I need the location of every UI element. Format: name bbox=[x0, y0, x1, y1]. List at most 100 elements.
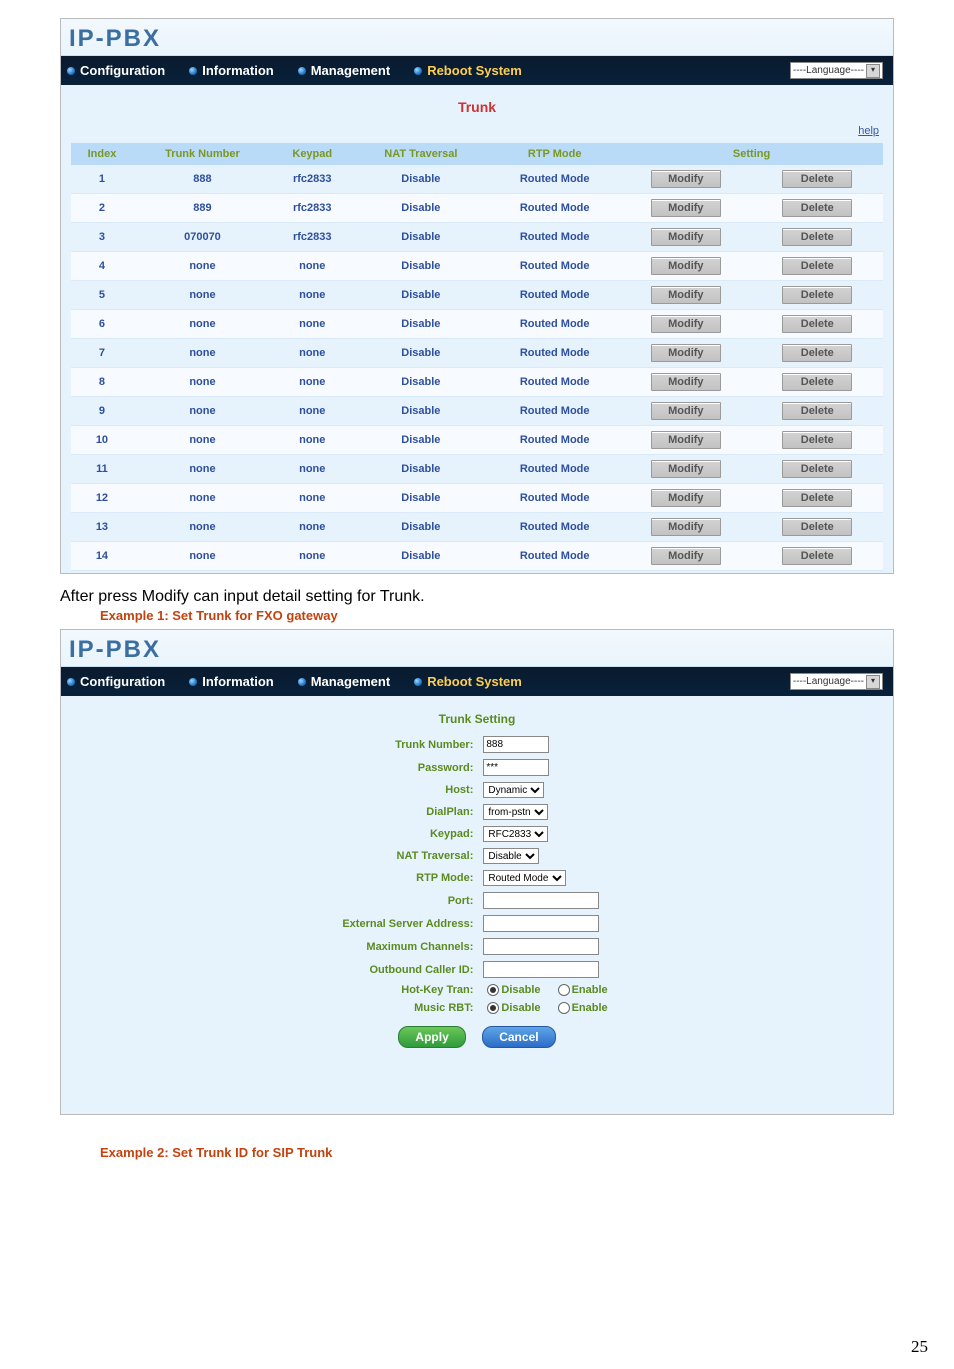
hotkey-enable-radio[interactable] bbox=[558, 984, 570, 996]
cell-keypad: none bbox=[272, 397, 352, 426]
modify-button[interactable]: Modify bbox=[651, 518, 721, 536]
delete-button[interactable]: Delete bbox=[782, 228, 852, 246]
cell-delete: Delete bbox=[752, 513, 883, 542]
modify-button[interactable]: Modify bbox=[651, 373, 721, 391]
table-row: 2889rfc2833DisableRouted ModeModifyDelet… bbox=[71, 194, 883, 223]
cell-rtp: Routed Mode bbox=[489, 368, 620, 397]
hotkey-disable-radio[interactable] bbox=[487, 984, 499, 996]
delete-button[interactable]: Delete bbox=[782, 199, 852, 217]
table-row: 6nonenoneDisableRouted ModeModifyDelete bbox=[71, 310, 883, 339]
cell-trunk-number: none bbox=[133, 310, 272, 339]
help-link[interactable]: help bbox=[858, 125, 879, 137]
modify-button[interactable]: Modify bbox=[651, 460, 721, 478]
cell-rtp: Routed Mode bbox=[489, 165, 620, 194]
modify-button[interactable]: Modify bbox=[651, 170, 721, 188]
trunk-setting-form: Trunk Number: Password: Host: Dynamic Di… bbox=[330, 732, 623, 1018]
music-disable-radio[interactable] bbox=[487, 1002, 499, 1014]
nav-management[interactable]: Management bbox=[298, 674, 390, 689]
outbound-caller-input[interactable] bbox=[483, 961, 599, 978]
modify-button[interactable]: Modify bbox=[651, 228, 721, 246]
external-server-input[interactable] bbox=[483, 915, 599, 932]
table-row: 4nonenoneDisableRouted ModeModifyDelete bbox=[71, 252, 883, 281]
label-hotkey-tran: Hot-Key Tran: bbox=[332, 982, 477, 998]
cell-rtp: Routed Mode bbox=[489, 542, 620, 571]
delete-button[interactable]: Delete bbox=[782, 489, 852, 507]
nav-reboot[interactable]: Reboot System bbox=[414, 63, 522, 78]
apply-button[interactable]: Apply bbox=[398, 1026, 465, 1048]
rtp-select[interactable]: Routed Mode bbox=[483, 870, 566, 886]
cell-delete: Delete bbox=[752, 310, 883, 339]
modify-button[interactable]: Modify bbox=[651, 199, 721, 217]
nav-management[interactable]: Management bbox=[298, 63, 390, 78]
trunk-table: Index Trunk Number Keypad NAT Traversal … bbox=[71, 143, 883, 571]
cell-keypad: rfc2833 bbox=[272, 194, 352, 223]
nav-configuration[interactable]: Configuration bbox=[67, 674, 165, 689]
cell-modify: Modify bbox=[620, 339, 751, 368]
delete-button[interactable]: Delete bbox=[782, 286, 852, 304]
cancel-button[interactable]: Cancel bbox=[482, 1026, 555, 1048]
modify-button[interactable]: Modify bbox=[651, 344, 721, 362]
cell-nat: Disable bbox=[352, 397, 489, 426]
password-input[interactable] bbox=[483, 759, 549, 776]
trunk-number-input[interactable] bbox=[483, 736, 549, 753]
trunk-setting-title: Trunk Setting bbox=[71, 712, 883, 726]
cell-rtp: Routed Mode bbox=[489, 194, 620, 223]
nav-reboot[interactable]: Reboot System bbox=[414, 674, 522, 689]
delete-button[interactable]: Delete bbox=[782, 431, 852, 449]
cell-rtp: Routed Mode bbox=[489, 310, 620, 339]
cell-keypad: none bbox=[272, 513, 352, 542]
delete-button[interactable]: Delete bbox=[782, 170, 852, 188]
table-row: 10nonenoneDisableRouted ModeModifyDelete bbox=[71, 426, 883, 455]
modify-button[interactable]: Modify bbox=[651, 489, 721, 507]
port-input[interactable] bbox=[483, 892, 599, 909]
delete-button[interactable]: Delete bbox=[782, 344, 852, 362]
nav-information[interactable]: Information bbox=[189, 674, 274, 689]
cell-rtp: Routed Mode bbox=[489, 426, 620, 455]
delete-button[interactable]: Delete bbox=[782, 460, 852, 478]
delete-button[interactable]: Delete bbox=[782, 315, 852, 333]
modify-button[interactable]: Modify bbox=[651, 286, 721, 304]
cell-modify: Modify bbox=[620, 397, 751, 426]
table-row: 11nonenoneDisableRouted ModeModifyDelete bbox=[71, 455, 883, 484]
music-enable-radio[interactable] bbox=[558, 1002, 570, 1014]
delete-button[interactable]: Delete bbox=[782, 257, 852, 275]
host-select[interactable]: Dynamic bbox=[483, 782, 544, 798]
cell-trunk-number: none bbox=[133, 281, 272, 310]
nat-select[interactable]: Disable bbox=[483, 848, 539, 864]
dialplan-select[interactable]: from-pstn bbox=[483, 804, 548, 820]
label-trunk-number: Trunk Number: bbox=[332, 734, 477, 755]
cell-rtp: Routed Mode bbox=[489, 223, 620, 252]
cell-nat: Disable bbox=[352, 310, 489, 339]
cell-nat: Disable bbox=[352, 484, 489, 513]
cell-keypad: none bbox=[272, 339, 352, 368]
modify-button[interactable]: Modify bbox=[651, 257, 721, 275]
delete-button[interactable]: Delete bbox=[782, 373, 852, 391]
cell-keypad: none bbox=[272, 310, 352, 339]
nav-configuration[interactable]: Configuration bbox=[67, 63, 165, 78]
modify-button[interactable]: Modify bbox=[651, 402, 721, 420]
table-row: 1888rfc2833DisableRouted ModeModifyDelet… bbox=[71, 165, 883, 194]
delete-button[interactable]: Delete bbox=[782, 402, 852, 420]
delete-button[interactable]: Delete bbox=[782, 518, 852, 536]
cell-rtp: Routed Mode bbox=[489, 484, 620, 513]
modify-button[interactable]: Modify bbox=[651, 431, 721, 449]
trunk-setting-screenshot: IP-PBX Configuration Information Managem… bbox=[60, 629, 894, 1115]
keypad-select[interactable]: RFC2833 bbox=[483, 826, 548, 842]
modify-button[interactable]: Modify bbox=[651, 547, 721, 565]
label-max-channels: Maximum Channels: bbox=[332, 936, 477, 957]
delete-button[interactable]: Delete bbox=[782, 547, 852, 565]
chevron-down-icon: ▾ bbox=[866, 64, 880, 78]
cell-trunk-number: none bbox=[133, 455, 272, 484]
max-channels-input[interactable] bbox=[483, 938, 599, 955]
cell-keypad: none bbox=[272, 455, 352, 484]
modify-button[interactable]: Modify bbox=[651, 315, 721, 333]
cell-trunk-number: none bbox=[133, 339, 272, 368]
language-select[interactable]: ----Language----▾ bbox=[790, 673, 883, 690]
label-external-server: External Server Address: bbox=[332, 913, 477, 934]
nav-information[interactable]: Information bbox=[189, 63, 274, 78]
cell-rtp: Routed Mode bbox=[489, 252, 620, 281]
bullet-icon bbox=[298, 678, 306, 686]
nav-information-label: Information bbox=[202, 63, 274, 78]
language-select[interactable]: ----Language----▾ bbox=[790, 62, 883, 79]
cell-modify: Modify bbox=[620, 368, 751, 397]
